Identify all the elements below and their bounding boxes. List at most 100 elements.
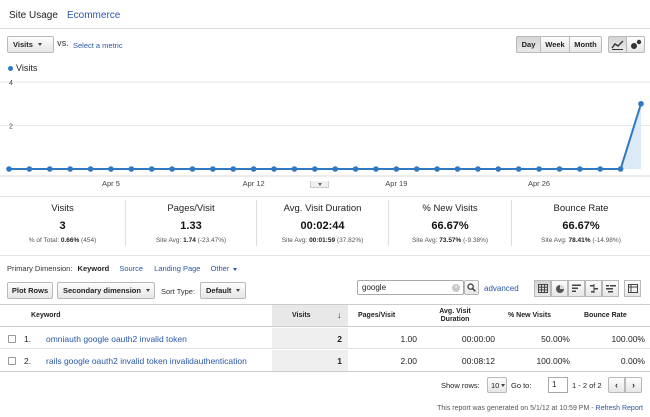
view-table-button[interactable] (534, 280, 551, 297)
data-point[interactable] (128, 166, 135, 172)
chevron-down-icon (145, 289, 150, 292)
chevron-down-icon (501, 383, 506, 387)
tab-ecommerce[interactable]: Ecommerce (67, 10, 120, 21)
data-point[interactable] (210, 166, 216, 172)
show-rows-select[interactable]: 10 (487, 377, 507, 393)
comparison-icon (589, 284, 598, 293)
data-point[interactable] (373, 166, 379, 172)
x-tick-label: Apr 12 (243, 179, 265, 188)
search-input[interactable]: google × (357, 280, 464, 295)
keyword-link[interactable]: rails google oauth2 invalid token invali… (46, 356, 247, 366)
plot-rows-button[interactable]: Plot Rows (7, 282, 53, 299)
data-point[interactable] (87, 166, 94, 172)
secondary-dimension-select[interactable]: Secondary dimension (57, 282, 155, 299)
sort-type-select[interactable]: Default (200, 282, 246, 299)
data-point[interactable] (67, 166, 73, 172)
keyword-link[interactable]: omniauth google oauth2 invalid token (46, 334, 187, 344)
refresh-report-link[interactable]: Refresh Report (596, 405, 643, 412)
bounce-rate-cell: 0.00% (620, 356, 645, 366)
dimension-landing-page-link[interactable]: Landing Page (154, 264, 200, 273)
metric-sub: Site Avg: 00:01:59 (37.82%) (281, 237, 364, 244)
data-point[interactable] (189, 166, 196, 172)
data-point[interactable] (597, 166, 604, 172)
header-bounce-rate[interactable]: Bounce Rate (584, 312, 627, 319)
sort-type-value: Default (206, 286, 232, 295)
clear-icon[interactable]: × (452, 284, 460, 292)
metric-title: Pages/Visit (167, 203, 215, 214)
next-page-button[interactable]: › (625, 377, 642, 393)
metric-sub: % of Total: 0.66% (454) (28, 237, 97, 244)
select-metric-link[interactable]: Select a metric (73, 41, 123, 50)
motion-chart-button[interactable] (626, 36, 645, 53)
view-pie-button[interactable] (551, 280, 568, 297)
legend-dot-icon (8, 65, 13, 71)
data-point[interactable] (393, 166, 400, 172)
pages-visit-cell: 1.00 (400, 334, 417, 344)
header-visits[interactable]: Visits (292, 312, 311, 319)
data-point[interactable] (271, 166, 277, 172)
data-point[interactable] (291, 166, 298, 172)
advanced-search-link[interactable]: advanced (484, 284, 519, 293)
data-point[interactable] (352, 166, 359, 172)
new-visits-cell: 50.00% (541, 334, 570, 344)
week-button[interactable]: Week (540, 36, 570, 53)
view-pivot-button[interactable] (624, 280, 641, 297)
data-point[interactable] (556, 166, 563, 172)
y-tick-label: 2 (9, 124, 13, 131)
prev-page-button[interactable]: ‹ (608, 377, 625, 393)
chevron-down-icon (317, 182, 322, 186)
data-point[interactable] (495, 166, 502, 172)
data-point[interactable] (169, 166, 175, 172)
term-cloud-icon (605, 285, 616, 293)
month-button[interactable]: Month (569, 36, 602, 53)
chevron-down-icon (236, 289, 241, 292)
series-area (9, 103, 641, 169)
data-point[interactable] (475, 166, 481, 172)
data-point[interactable] (515, 166, 522, 172)
series-line (9, 103, 642, 170)
primary-dimension-bar: Primary Dimension: Keyword Source Landin… (7, 264, 238, 273)
data-point[interactable] (536, 166, 542, 172)
header-pages-visit[interactable]: Pages/Visit (358, 312, 395, 319)
data-point[interactable] (250, 166, 257, 172)
row-checkbox[interactable] (8, 357, 16, 365)
view-comparison-button[interactable] (585, 280, 602, 297)
header-avg-visit-duration[interactable]: Avg. Visit Duration (430, 308, 480, 324)
data-point[interactable] (26, 166, 33, 172)
dimension-other-link[interactable]: Other (211, 264, 230, 273)
data-point[interactable] (638, 100, 644, 107)
line-chart-button[interactable] (608, 36, 627, 53)
divider (0, 255, 650, 256)
data-point[interactable] (230, 166, 237, 172)
header-new-visits[interactable]: % New Visits (508, 312, 551, 319)
chart-collapse-handle[interactable] (310, 181, 329, 188)
data-point[interactable] (312, 166, 318, 172)
view-performance-button[interactable] (568, 280, 585, 297)
day-button[interactable]: Day (516, 36, 541, 53)
metric-title: Visits (51, 203, 74, 214)
dimension-keyword[interactable]: Keyword (78, 264, 110, 273)
data-point[interactable] (148, 166, 155, 172)
row-checkbox[interactable] (8, 335, 16, 343)
table-row: 1. omniauth google oauth2 invalid token … (0, 328, 650, 349)
data-point[interactable] (6, 166, 12, 172)
view-term-cloud-button[interactable] (602, 280, 619, 297)
go-to-input[interactable]: 1 (548, 377, 568, 393)
metric-sub: Site Avg: 78.41% (-14.98%) (541, 237, 621, 244)
header-keyword[interactable]: Keyword (31, 312, 61, 319)
data-point[interactable] (46, 166, 53, 172)
tab-site-usage[interactable]: Site Usage (9, 10, 58, 21)
data-point[interactable] (413, 166, 420, 172)
dimension-source-link[interactable]: Source (119, 264, 143, 273)
data-point[interactable] (617, 166, 624, 172)
data-point[interactable] (332, 166, 338, 172)
data-point[interactable] (434, 166, 440, 172)
chart-legend: Visits (8, 63, 37, 73)
data-point[interactable] (108, 166, 114, 172)
search-button[interactable] (464, 280, 479, 295)
data-point[interactable] (577, 166, 583, 172)
visits-cell: 2 (337, 334, 342, 344)
metric-select[interactable]: Visits (7, 36, 54, 53)
pie-chart-icon (555, 284, 564, 293)
data-point[interactable] (454, 166, 461, 172)
